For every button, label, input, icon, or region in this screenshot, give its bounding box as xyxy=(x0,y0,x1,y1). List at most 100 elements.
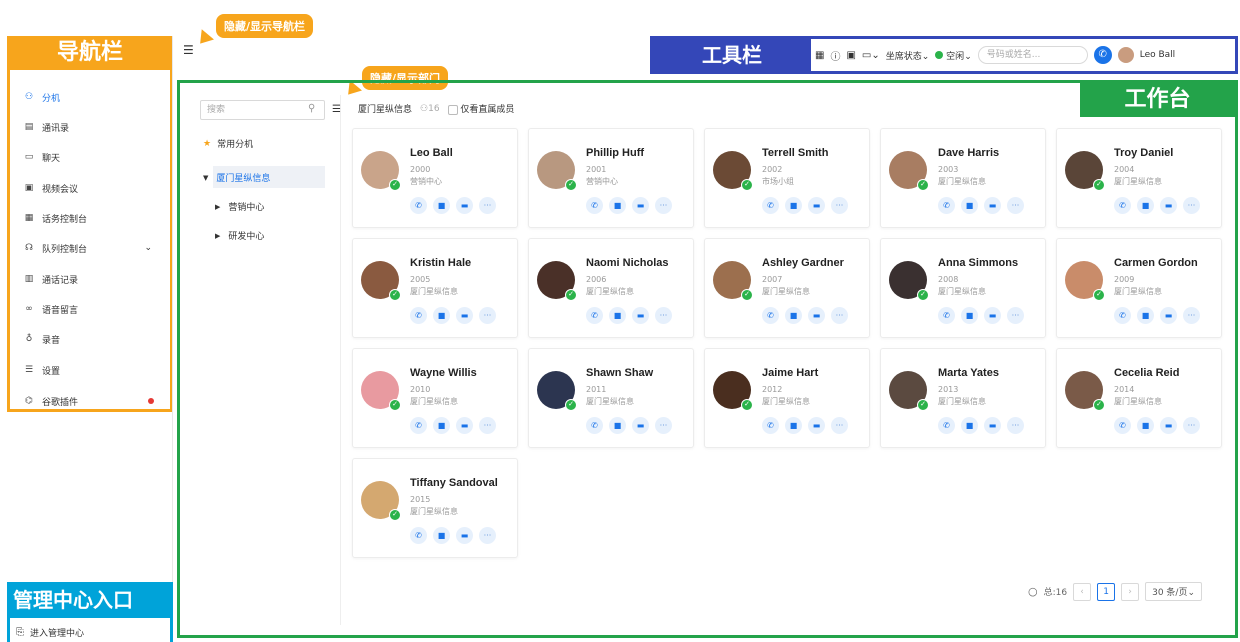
video-icon[interactable]: ■ xyxy=(1137,417,1154,434)
phone-icon[interactable]: ✆ xyxy=(762,307,779,324)
toggle-dept-icon[interactable]: ☰ xyxy=(332,104,341,115)
contact-card[interactable]: ✓ Shawn Shaw 2011 厦门星纵信息 ✆ ■ ▬ ··· xyxy=(528,348,694,448)
chat-icon[interactable]: ▬ xyxy=(984,197,1001,214)
contact-card[interactable]: ✓ Cecelia Reid 2014 厦门星纵信息 ✆ ■ ▬ ··· xyxy=(1056,348,1222,448)
contact-card[interactable]: ✓ Phillip Huff 2001 营销中心 ✆ ■ ▬ ··· xyxy=(528,128,694,228)
toggle-nav-icon[interactable]: ☰ xyxy=(183,43,194,57)
current-page[interactable]: 1 xyxy=(1097,582,1116,601)
call-button[interactable]: ✆ xyxy=(1093,46,1112,64)
contact-card[interactable]: ✓ Troy Daniel 2004 厦门星纵信息 ✆ ■ ▬ ··· xyxy=(1056,128,1222,228)
qr-code-icon[interactable]: ▦ xyxy=(815,50,824,61)
video-icon[interactable]: ■ xyxy=(785,417,802,434)
phone-icon[interactable]: ✆ xyxy=(762,417,779,434)
chat-icon[interactable]: ▬ xyxy=(808,197,825,214)
more-icon[interactable]: ··· xyxy=(831,307,848,324)
chat-icon[interactable]: ▬ xyxy=(632,307,649,324)
phone-icon[interactable]: ✆ xyxy=(410,417,427,434)
video-icon[interactable]: ■ xyxy=(1137,307,1154,324)
video-icon[interactable]: ■ xyxy=(433,307,450,324)
chat-icon[interactable]: ▬ xyxy=(808,417,825,434)
help-icon[interactable]: ⓘ xyxy=(830,48,840,63)
chat-icon[interactable]: ▬ xyxy=(632,197,649,214)
refresh-icon[interactable]: ○ xyxy=(1028,585,1038,598)
nav-item[interactable]: ♁ 录音 xyxy=(22,330,162,348)
nav-item[interactable]: ∞ 语音留言 xyxy=(22,300,162,318)
chat-icon[interactable]: ▬ xyxy=(984,307,1001,324)
phone-icon[interactable]: ✆ xyxy=(938,417,955,434)
nav-item[interactable]: ▭ 聊天 xyxy=(22,148,162,166)
more-icon[interactable]: ··· xyxy=(479,307,496,324)
nav-item[interactable]: ▣ 视频会议 xyxy=(22,179,162,197)
next-page-button[interactable]: › xyxy=(1121,582,1140,601)
direct-only-checkbox[interactable]: 仅看直属成员 xyxy=(447,102,514,115)
more-icon[interactable]: ··· xyxy=(479,417,496,434)
prev-page-button[interactable]: ‹ xyxy=(1073,582,1092,601)
video-icon[interactable]: ■ xyxy=(609,417,626,434)
phone-icon[interactable]: ✆ xyxy=(762,197,779,214)
contact-card[interactable]: ✓ Terrell Smith 2002 市场小组 ✆ ■ ▬ ··· xyxy=(704,128,870,228)
nav-item[interactable]: ▥ 通话记录 xyxy=(22,270,162,288)
contact-card[interactable]: ✓ Leo Ball 2000 营销中心 ✆ ■ ▬ ··· xyxy=(352,128,518,228)
video-icon[interactable]: ■ xyxy=(609,307,626,324)
more-icon[interactable]: ··· xyxy=(479,197,496,214)
avatar[interactable] xyxy=(1117,47,1134,63)
dialpad-icon[interactable]: ▣ xyxy=(846,50,855,61)
dept-child[interactable]: ▶ 研发中心 xyxy=(215,229,264,243)
nav-item[interactable]: ⌬ 谷歌插件 xyxy=(22,392,162,410)
contact-card[interactable]: ✓ Kristin Hale 2005 厦门星纵信息 ✆ ■ ▬ ··· xyxy=(352,238,518,338)
contact-card[interactable]: ✓ Ashley Gardner 2007 厦门星纵信息 ✆ ■ ▬ ··· xyxy=(704,238,870,338)
presence-dropdown[interactable]: 空闲⌄ xyxy=(935,49,972,62)
chat-icon[interactable]: ▬ xyxy=(1160,307,1177,324)
phone-icon[interactable]: ✆ xyxy=(410,527,427,544)
video-icon[interactable]: ■ xyxy=(433,527,450,544)
more-icon[interactable]: ··· xyxy=(1007,197,1024,214)
video-icon[interactable]: ■ xyxy=(433,197,450,214)
contact-card[interactable]: ✓ Carmen Gordon 2009 厦门星纵信息 ✆ ■ ▬ ··· xyxy=(1056,238,1222,338)
more-icon[interactable]: ··· xyxy=(831,197,848,214)
chat-icon[interactable]: ▬ xyxy=(456,307,473,324)
phone-icon[interactable]: ✆ xyxy=(938,307,955,324)
admin-entry-link[interactable]: ⎘ 进入管理中心 xyxy=(16,626,84,639)
more-icon[interactable]: ··· xyxy=(1007,307,1024,324)
nav-item[interactable]: ☰ 设置 xyxy=(22,361,162,379)
nav-item[interactable]: ▦ 话务控制台 xyxy=(22,209,162,227)
video-icon[interactable]: ■ xyxy=(961,417,978,434)
more-icon[interactable]: ··· xyxy=(831,417,848,434)
chat-icon[interactable]: ▬ xyxy=(1160,197,1177,214)
phone-icon[interactable]: ✆ xyxy=(1114,197,1131,214)
video-icon[interactable]: ■ xyxy=(785,307,802,324)
chat-icon[interactable]: ▬ xyxy=(456,197,473,214)
nav-item[interactable]: ⚇ 分机 xyxy=(22,88,162,106)
contact-card[interactable]: ✓ Marta Yates 2013 厦门星纵信息 ✆ ■ ▬ ··· xyxy=(880,348,1046,448)
contact-card[interactable]: ✓ Wayne Willis 2010 厦门星纵信息 ✆ ■ ▬ ··· xyxy=(352,348,518,448)
video-icon[interactable]: ■ xyxy=(1137,197,1154,214)
phone-icon[interactable]: ✆ xyxy=(1114,307,1131,324)
phone-icon[interactable]: ✆ xyxy=(410,307,427,324)
phone-icon[interactable]: ✆ xyxy=(938,197,955,214)
chat-icon[interactable]: ▬ xyxy=(456,527,473,544)
dept-child[interactable]: ▶ 营销中心 xyxy=(215,200,264,214)
chat-icon[interactable]: ▬ xyxy=(632,417,649,434)
contact-card[interactable]: ✓ Dave Harris 2003 厦门星纵信息 ✆ ■ ▬ ··· xyxy=(880,128,1046,228)
video-icon[interactable]: ■ xyxy=(609,197,626,214)
phone-icon[interactable]: ✆ xyxy=(586,307,603,324)
contact-card[interactable]: ✓ Anna Simmons 2008 厦门星纵信息 ✆ ■ ▬ ··· xyxy=(880,238,1046,338)
nav-item[interactable]: ▤ 通讯录 xyxy=(22,118,162,136)
phone-icon[interactable]: ✆ xyxy=(586,417,603,434)
video-icon[interactable]: ■ xyxy=(433,417,450,434)
chat-icon[interactable]: ▬ xyxy=(456,417,473,434)
monitor-icon[interactable]: ▭⌄ xyxy=(862,50,880,61)
chat-icon[interactable]: ▬ xyxy=(984,417,1001,434)
chat-icon[interactable]: ▬ xyxy=(1160,417,1177,434)
page-size-select[interactable]: 30 条/页⌄ xyxy=(1145,582,1203,601)
more-icon[interactable]: ··· xyxy=(655,417,672,434)
favorites-item[interactable]: ★ 常用分机 xyxy=(203,137,253,151)
phone-icon[interactable]: ✆ xyxy=(410,197,427,214)
more-icon[interactable]: ··· xyxy=(1183,417,1200,434)
phone-icon[interactable]: ✆ xyxy=(586,197,603,214)
user-name[interactable]: Leo Ball xyxy=(1140,50,1175,60)
dept-root[interactable]: ▼ 厦门星纵信息 xyxy=(203,171,270,185)
chat-icon[interactable]: ▬ xyxy=(808,307,825,324)
video-icon[interactable]: ■ xyxy=(961,307,978,324)
video-icon[interactable]: ■ xyxy=(785,197,802,214)
